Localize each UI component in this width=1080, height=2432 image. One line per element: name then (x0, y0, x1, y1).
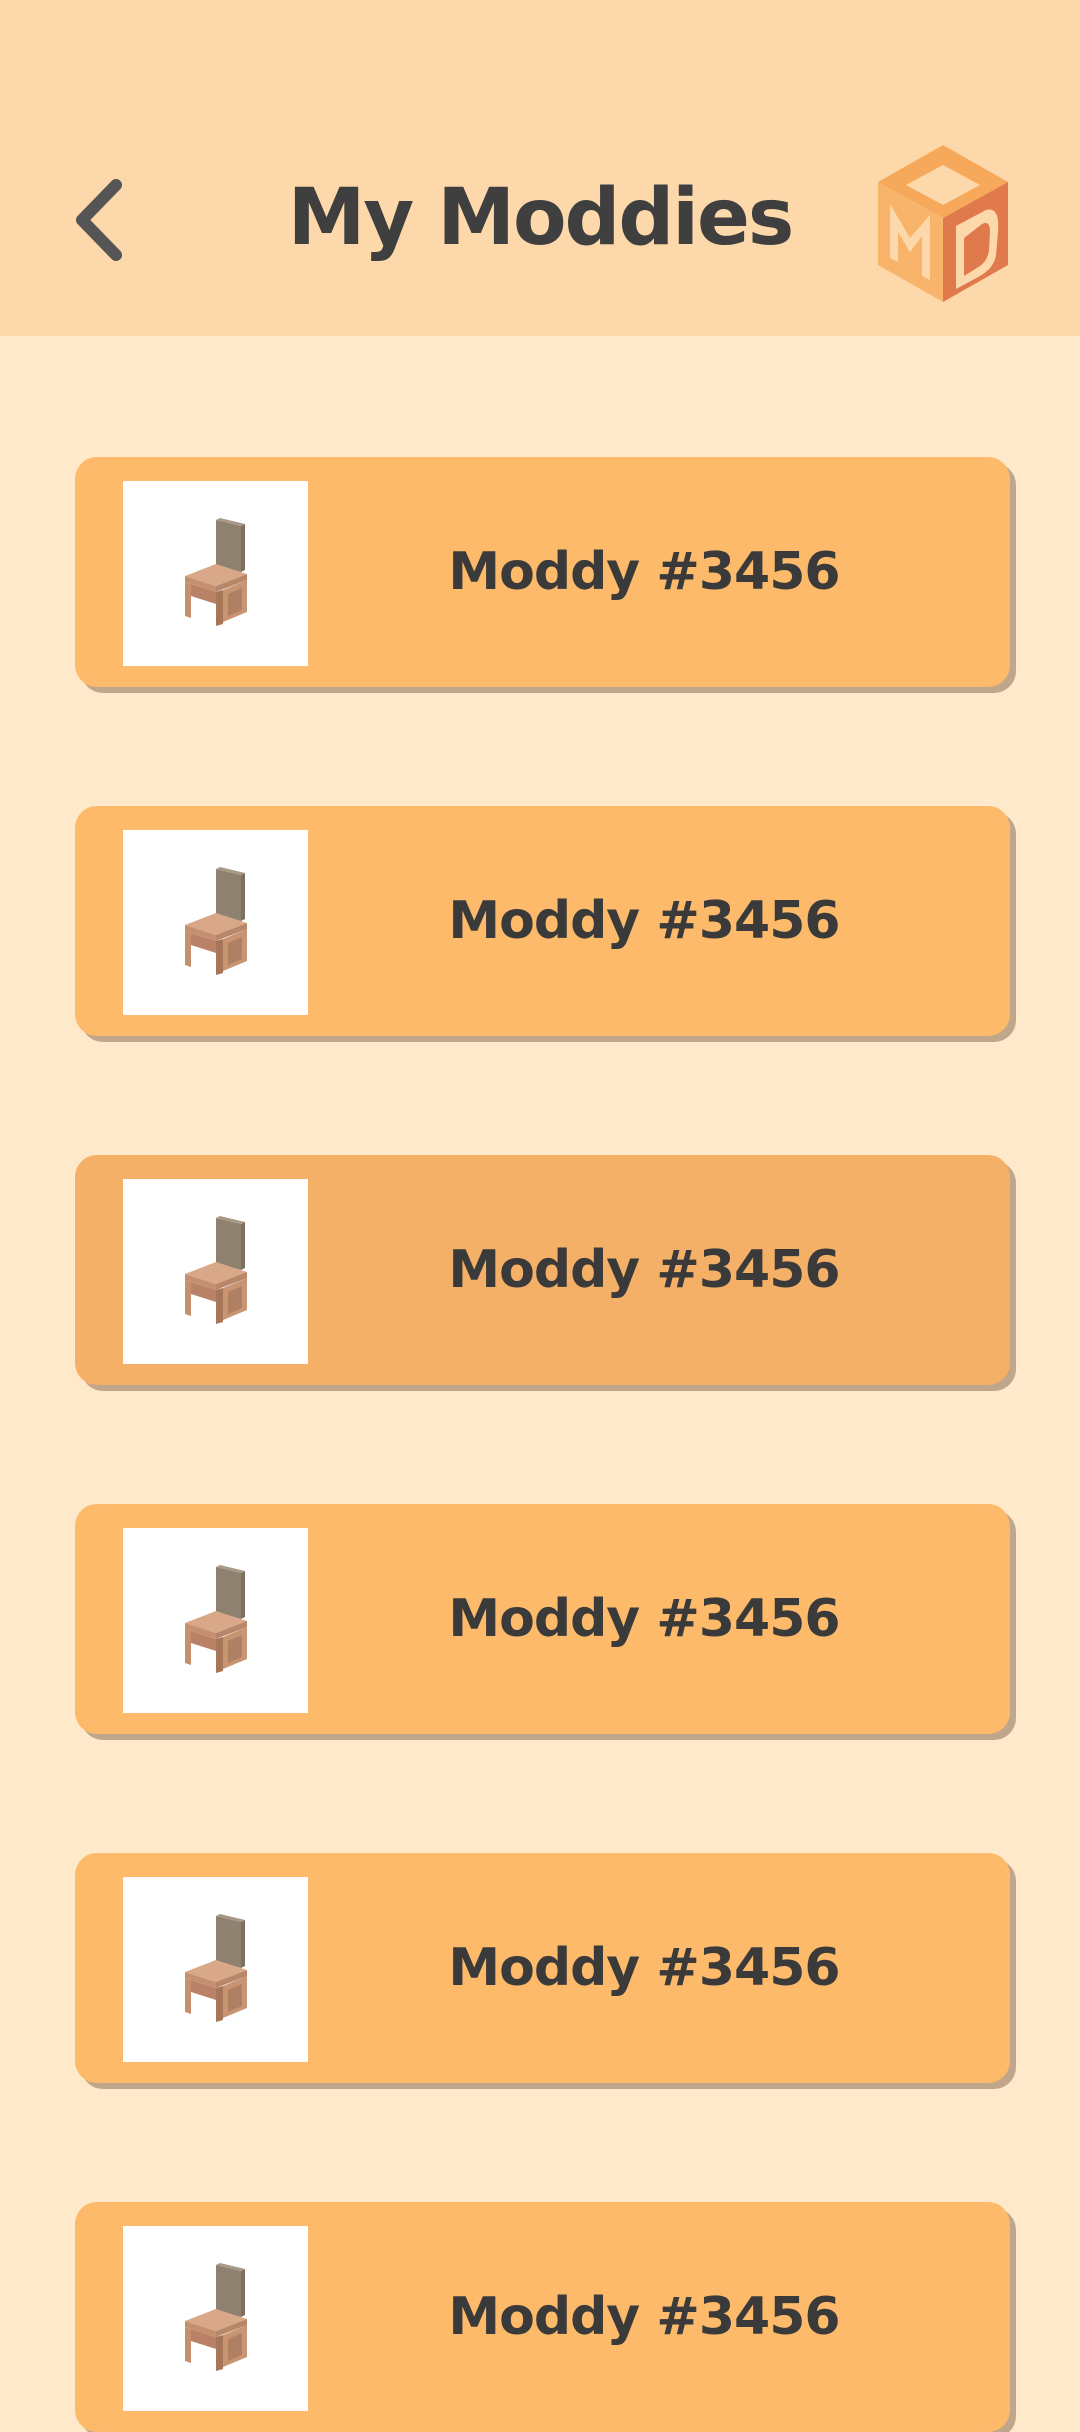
md-cube-logo (868, 140, 1018, 305)
chair-icon (171, 1559, 261, 1683)
chair-icon (171, 1908, 261, 2032)
app-header: My Moddies (0, 0, 1080, 336)
moddy-card[interactable]: Moddy #3456 (75, 1504, 1010, 1734)
moddy-card-label: Moddy #3456 (448, 1240, 840, 1300)
chair-icon (171, 1210, 261, 1334)
moddy-card-label: Moddy #3456 (448, 542, 840, 602)
moddy-card[interactable]: Moddy #3456 (75, 806, 1010, 1036)
moddy-card-label: Moddy #3456 (448, 891, 840, 951)
moddy-card[interactable]: Moddy #3456 (75, 457, 1010, 687)
moddy-card[interactable]: Moddy #3456 (75, 1155, 1010, 1385)
moddy-card-label: Moddy #3456 (448, 1938, 840, 1998)
moddy-card[interactable]: Moddy #3456 (75, 2202, 1010, 2432)
chair-icon (171, 512, 261, 636)
moddy-thumbnail (123, 1877, 308, 2062)
chair-icon (171, 861, 261, 985)
moddy-thumbnail (123, 481, 308, 666)
moddy-card-label: Moddy #3456 (448, 2287, 840, 2347)
moddy-thumbnail (123, 1528, 308, 1713)
moddy-thumbnail (123, 1179, 308, 1364)
moddy-card-label: Moddy #3456 (448, 1589, 840, 1649)
moddy-thumbnail (123, 830, 308, 1015)
moddy-thumbnail (123, 2226, 308, 2411)
moddy-card[interactable]: Moddy #3456 (75, 1853, 1010, 2083)
chair-icon (171, 2257, 261, 2381)
